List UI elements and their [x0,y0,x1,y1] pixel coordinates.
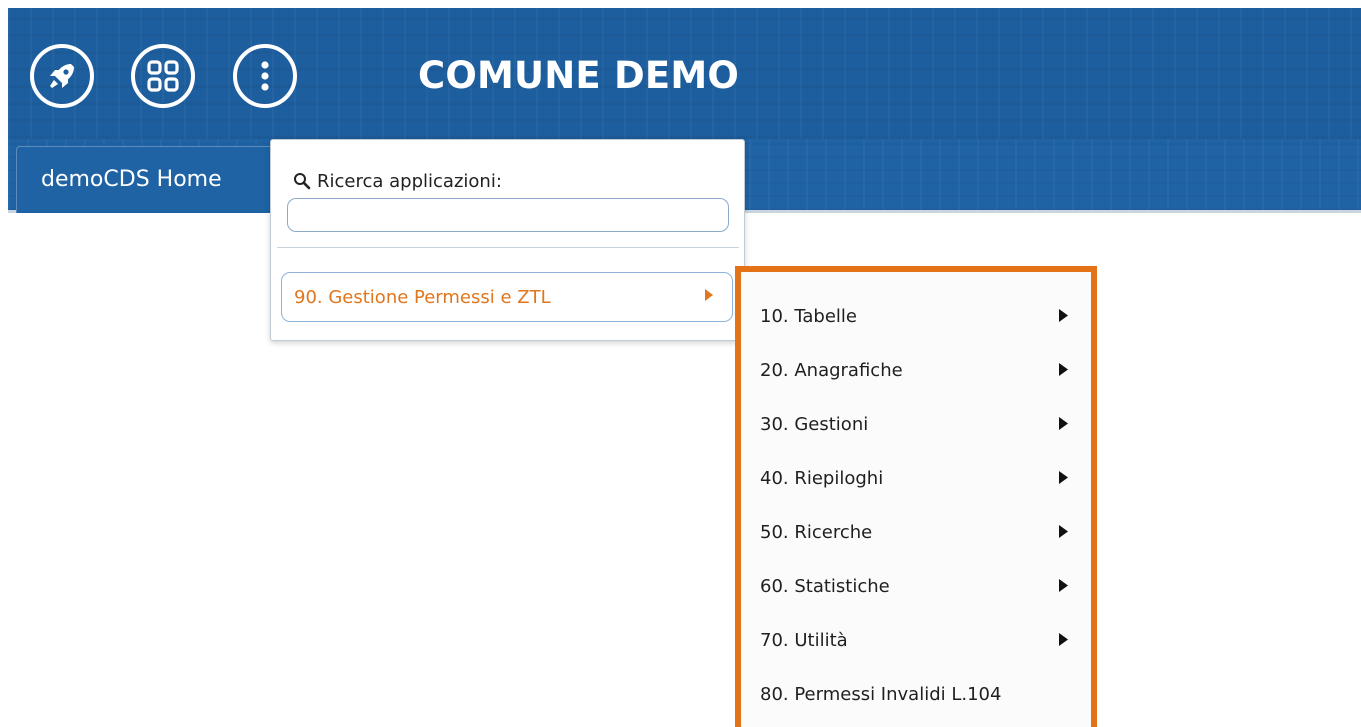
caret-right-icon [1059,471,1068,484]
caret-right-icon [1059,525,1068,538]
more-button[interactable] [233,44,297,108]
menu-item-gestioni[interactable]: 30. Gestioni [741,397,1091,451]
page-title: COMUNE DEMO [418,54,740,97]
submenu-highlight: 10. Tabelle 20. Anagrafiche 30. Gestioni… [735,266,1097,727]
caret-right-icon [1059,633,1068,646]
caret-right-icon [1059,417,1068,430]
tab-home[interactable]: demoCDS Home [16,146,274,213]
caret-right-icon [1059,309,1068,322]
menu-item-statistiche[interactable]: 60. Statistiche [741,559,1091,613]
menu-item-riepiloghi[interactable]: 40. Riepiloghi [741,451,1091,505]
menu-item-permessi-invalidi[interactable]: 80. Permessi Invalidi L.104 [741,667,1091,721]
search-label: Ricerca applicazioni: [317,170,502,192]
apps-button[interactable] [131,44,195,108]
search-input[interactable] [287,198,729,232]
launch-button[interactable] [30,44,94,108]
menu-item-tabelle[interactable]: 10. Tabelle [741,289,1091,343]
menu-item-label: 60. Statistiche [760,575,890,597]
app-search-panel: Ricerca applicazioni: 90. Gestione Perme… [270,139,745,341]
menu-item-ricerche[interactable]: 50. Ricerche [741,505,1091,559]
menu-item-label: 20. Anagrafiche [760,359,903,381]
vertical-dots-icon [261,61,269,91]
search-icon [294,173,311,190]
menu-item-anagrafiche[interactable]: 20. Anagrafiche [741,343,1091,397]
caret-right-icon [1059,579,1068,592]
menu-item-utilita[interactable]: 70. Utilità [741,613,1091,667]
rocket-icon [50,64,74,88]
app-entry-label: 90. Gestione Permessi e ZTL [294,286,551,308]
menu-item-label: 30. Gestioni [760,413,869,435]
app-window: COMUNE DEMO demoCDS Home Ricerca applica… [0,0,1361,727]
menu-item-label: 50. Ricerche [760,521,873,543]
caret-right-icon [1059,363,1068,376]
menu-item-label: 70. Utilità [760,629,848,651]
divider [277,247,739,248]
search-label-row: Ricerca applicazioni: [293,168,502,194]
menu-item-label: 40. Riepiloghi [760,467,884,489]
menu-item-label: 80. Permessi Invalidi L.104 [760,683,1002,705]
app-entry-permessi-ztl[interactable]: 90. Gestione Permessi e ZTL [281,272,733,322]
caret-right-icon [705,289,713,301]
menu-item-label: 10. Tabelle [760,305,857,327]
submenu: 10. Tabelle 20. Anagrafiche 30. Gestioni… [741,272,1091,727]
grid-icon [147,60,179,92]
